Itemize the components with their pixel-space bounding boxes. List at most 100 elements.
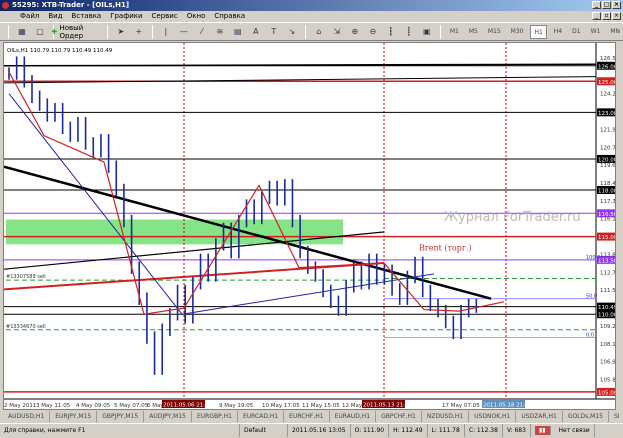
trendline-blue [8, 93, 183, 315]
time-marker: 2011.05.18 21:05 [483, 403, 533, 409]
price-tick: 117.30 [600, 199, 615, 205]
chart-canvas[interactable]: 126.00125.00123.00120.00118.00116.50115.… [4, 43, 615, 409]
horizontal-line-icon[interactable]: — [177, 25, 191, 39]
price-tick: 112.70 [600, 270, 615, 276]
app-icon [2, 2, 9, 9]
price-tick: 118.45 [600, 181, 615, 187]
menu-help[interactable]: Справка [214, 11, 245, 22]
chart-tab[interactable]: EURJPY,M15 [50, 411, 98, 422]
price-tick: 120.75 [600, 145, 615, 151]
chart-tab[interactable]: USDZAR,H1 [516, 411, 563, 422]
arrows-icon[interactable]: ↘ [285, 25, 299, 39]
time-label: 4 May 09:05 [76, 403, 111, 409]
price-tick: 108.10 [600, 342, 615, 348]
minimize-button[interactable]: _ [592, 1, 601, 9]
price-tick: 119.60 [600, 163, 615, 169]
maximize-button[interactable]: □ [602, 1, 611, 9]
time-label: 2 May 2011 [4, 403, 36, 409]
cursor-icon[interactable]: ➤ [114, 25, 128, 39]
time-label: 10 May 17:05 [262, 403, 300, 409]
price-level-label: 115.00 [598, 235, 615, 241]
fib-label: 0.0 [586, 333, 594, 339]
menu-insert[interactable]: Вставка [72, 11, 102, 22]
status-open: O: 111.90 [351, 424, 390, 437]
crosshair-icon[interactable]: + [132, 25, 146, 39]
menu-window[interactable]: Окно [187, 11, 206, 22]
price-level-label: 113.50 [598, 258, 615, 264]
chart-shift-icon[interactable]: ⌂ [312, 25, 326, 39]
child-minimize-button[interactable]: _ [592, 12, 601, 20]
status-volume: V: 683 [503, 424, 531, 437]
timeframe-mn[interactable]: MN [607, 25, 623, 39]
trendline-blue [181, 273, 435, 315]
chart-tab[interactable]: AUDUSD,H1 [3, 411, 51, 422]
new-order-button[interactable]: ✚ Новый Ордер [51, 24, 83, 40]
chart-tab[interactable]: EURGBP,H1 [192, 411, 238, 422]
child-close-button[interactable]: × [612, 12, 621, 20]
chart-tab[interactable]: GBPCHF,H1 [376, 411, 422, 422]
price-level-label: 126.00 [598, 64, 615, 70]
plus-icon: ✚ [51, 27, 58, 36]
profiles-icon[interactable]: ▢ [33, 25, 47, 39]
menu-view[interactable]: Вид [48, 11, 62, 22]
time-label: 11 May 15:05 [302, 403, 340, 409]
trendline-icon[interactable]: ⁄ [195, 25, 209, 39]
timeframe-h4[interactable]: H4 [551, 25, 565, 39]
brent-annotation: Brent (торг.) [419, 244, 472, 253]
status-connection: Нет связи [555, 424, 595, 437]
status-low: L: 111.78 [428, 424, 465, 437]
price-level-label: 118.00 [598, 189, 615, 195]
price-chart[interactable]: 126.00125.00123.00120.00118.00116.50115.… [3, 42, 616, 410]
chart-tab[interactable]: USDNOK,H1 [469, 411, 517, 422]
templates-icon[interactable]: ▣ [420, 25, 434, 39]
price-level-label: 105.00 [598, 390, 615, 396]
chart-tab[interactable]: EURAUD,H1 [330, 411, 377, 422]
child-restore-button[interactable]: ▫ [602, 12, 611, 20]
chart-tab[interactable]: AUDJPY,M15 [144, 411, 192, 422]
chart-tab[interactable]: NZDUSD,H1 [422, 411, 470, 422]
zoom-in-icon[interactable]: ⊕ [348, 25, 362, 39]
chart-tab[interactable]: GOLDs,M15 [563, 411, 609, 422]
title-bar: 55295: XTB-Trader - [OILs,H1] _ □ × [0, 0, 623, 11]
chart-tab[interactable]: EURCHF,H1 [284, 411, 330, 422]
price-tick: 124.20 [600, 92, 615, 98]
chart-tab[interactable]: GBPJPY,M15 [97, 411, 145, 422]
time-label: 9 May 19:05 [219, 403, 254, 409]
chart-tabs: AUDUSD,H1 EURJPY,M15 GBPJPY,M15 AUDJPY,M15 E… [3, 411, 620, 422]
zoom-out-icon[interactable]: ⊖ [366, 25, 380, 39]
text-icon[interactable]: A [249, 25, 263, 39]
menu-file[interactable]: Файл [20, 11, 39, 22]
chart-tab[interactable]: EURCAD,H1 [238, 411, 285, 422]
label-icon[interactable]: T [267, 25, 281, 39]
close-button[interactable]: × [612, 1, 621, 9]
trendline-red [4, 261, 385, 291]
status-datetime: 2011.05.16 13:05 [288, 424, 351, 437]
chart-tab[interactable]: SI [609, 411, 623, 422]
candle-chart-icon[interactable]: ┋ [402, 25, 416, 39]
time-label: 6 May [147, 403, 164, 409]
timeframe-d1[interactable]: D1 [569, 25, 583, 39]
bar-chart-icon[interactable]: ┇ [384, 25, 398, 39]
autoscroll-icon[interactable]: ⇲ [330, 25, 344, 39]
new-chart-icon[interactable]: ▦ [15, 25, 29, 39]
timeframe-m30[interactable]: M30 [508, 25, 527, 39]
fibonacci-icon[interactable]: ≋ [213, 25, 227, 39]
time-marker: 2011.05.13 21:05 [363, 403, 413, 409]
toolbar: ▦ ▢ ✚ Новый Ордер ➤ + | — ⁄ ≋ ▤ A T ↘ ⌂ … [0, 22, 623, 41]
status-high: H: 112.49 [389, 424, 428, 437]
timeframe-m15[interactable]: M15 [485, 25, 504, 39]
timeframe-h1[interactable]: H1 [530, 24, 547, 39]
chart-info: OILs,H1 110.79 110.79 110.49 110.49 [7, 48, 113, 54]
menu-charts[interactable]: Графики [110, 11, 142, 22]
watermark: Журнал ForTrader.ru [444, 210, 581, 225]
price-tick: 106.95 [600, 360, 615, 366]
timeframe-m5[interactable]: M5 [466, 25, 481, 39]
order-label: #13334670 sell [6, 324, 46, 330]
fib-label: 50.0 [586, 294, 597, 300]
channel-icon[interactable]: ▤ [231, 25, 245, 39]
menu-tools[interactable]: Сервис [152, 11, 178, 22]
timeframe-w1[interactable]: W1 [588, 25, 604, 39]
timeframe-m1[interactable]: M1 [447, 25, 462, 39]
price-level-label: 110.00 [598, 313, 615, 319]
vertical-line-icon[interactable]: | [159, 25, 173, 39]
